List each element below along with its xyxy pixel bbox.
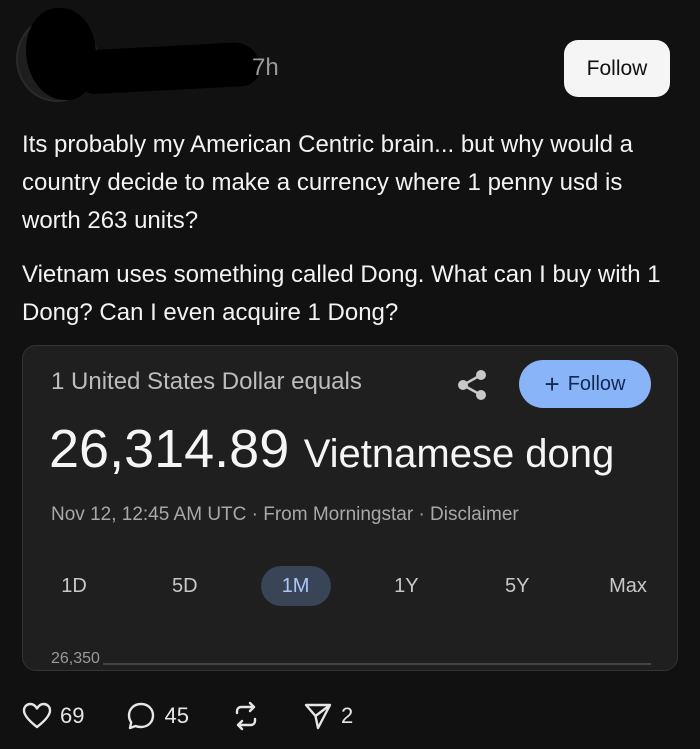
- plus-icon: +: [544, 369, 560, 399]
- share-count: 2: [340, 703, 354, 728]
- currency-card: 1 United States Dollar equals + Follow 2…: [22, 345, 678, 671]
- comment-icon: [128, 702, 155, 730]
- heart-icon: [22, 702, 52, 729]
- tab-1y[interactable]: 1Y: [371, 566, 441, 606]
- repost-button[interactable]: [231, 701, 261, 731]
- like-count: 69: [60, 703, 85, 728]
- rate-unit: Vietnamese dong: [303, 432, 615, 476]
- post-paragraph: Its probably my American Centric brain..…: [22, 131, 633, 234]
- comment-count: 45: [164, 703, 189, 728]
- send-icon: [304, 703, 332, 730]
- post-header: 7h Follow: [0, 0, 700, 110]
- post-body: Its probably my American Centric brain..…: [22, 126, 682, 332]
- chart-axis-label: 26,350: [51, 650, 100, 667]
- card-heading: 1 United States Dollar equals: [51, 368, 362, 395]
- follow-button[interactable]: Follow: [564, 40, 670, 97]
- tab-1d[interactable]: 1D: [39, 566, 109, 606]
- username-redaction: [78, 41, 262, 95]
- tab-max[interactable]: Max: [593, 566, 663, 606]
- like-button[interactable]: 69: [22, 702, 84, 730]
- tab-1m[interactable]: 1M: [260, 566, 331, 606]
- chart-gridline: [103, 663, 651, 665]
- share-icon[interactable]: [455, 368, 489, 402]
- card-follow-label: Follow: [567, 372, 626, 395]
- exchange-rate: 26,314.89 Vietnamese dong: [49, 418, 614, 480]
- post-actions: 69 45 2: [22, 694, 395, 738]
- card-follow-button[interactable]: + Follow: [519, 360, 651, 408]
- rate-meta: Nov 12, 12:45 AM UTC · From Morningstar …: [51, 504, 519, 525]
- tab-5d[interactable]: 5D: [150, 566, 220, 606]
- repost-icon: [235, 701, 257, 731]
- tab-5y[interactable]: 5Y: [482, 566, 552, 606]
- post-paragraph: Vietnam uses something called Dong. What…: [22, 261, 661, 326]
- comment-button[interactable]: 45: [126, 701, 189, 731]
- post-time: 7h: [252, 54, 279, 81]
- range-tabs: 1D 5D 1M 1Y 5Y Max: [39, 564, 663, 608]
- rate-value: 26,314.89: [49, 419, 290, 479]
- send-button[interactable]: 2: [303, 701, 353, 731]
